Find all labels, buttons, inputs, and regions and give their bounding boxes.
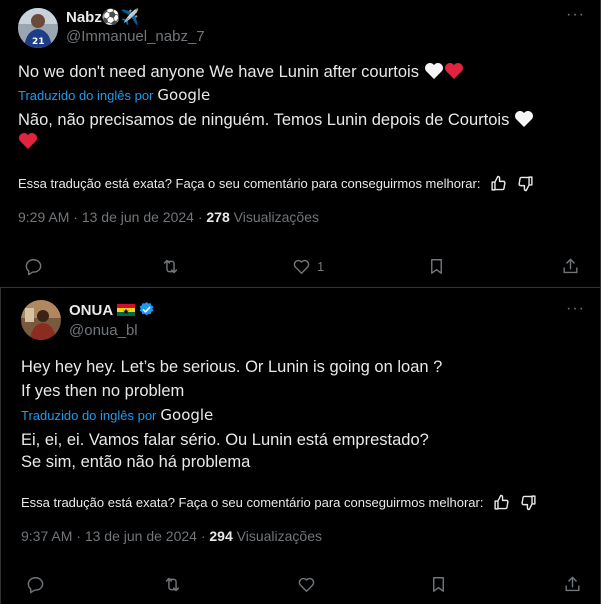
like-button[interactable] — [297, 575, 316, 594]
white-heart-emoji — [514, 111, 533, 127]
share-button[interactable] — [563, 575, 582, 594]
translated-text-line: Ei, ei, ei. Vamos falar sério. Ou Lunin … — [21, 431, 429, 449]
retweet-button[interactable] — [163, 575, 182, 594]
tweet-time[interactable]: 9:29 AM — [18, 209, 69, 225]
views-count: 278 — [206, 209, 230, 225]
avatar[interactable]: 21 — [18, 8, 58, 48]
thumbs-up-icon[interactable] — [490, 175, 507, 192]
reply-button[interactable] — [24, 257, 43, 276]
google-logo: Google — [157, 86, 211, 104]
bookmark-icon — [433, 577, 444, 592]
tweet-time[interactable]: 9:37 AM — [21, 528, 72, 544]
translated-text: Ei, ei, ei. Vamos falar sério. Ou Lunin … — [21, 429, 581, 473]
like-button[interactable]: 1 — [292, 257, 324, 276]
tweet-metadata: 9:37 AM · 13 de jun de 2024 · 294 Visual… — [21, 528, 322, 544]
red-heart-emoji — [444, 63, 463, 79]
display-name[interactable]: Nabz⚽✈️ — [66, 8, 139, 26]
translation-feedback: Essa tradução está exata? Faça o seu com… — [21, 494, 537, 511]
reply-button[interactable] — [26, 575, 45, 594]
user-handle[interactable]: @onua_bl — [69, 322, 138, 339]
tweet-onua[interactable]: ONUA @onua_bl ··· Hey hey hey. Let’s be … — [0, 288, 601, 604]
display-name-text[interactable]: Nabz — [66, 9, 102, 26]
tweet-date[interactable]: 13 de jun de 2024 — [82, 209, 194, 225]
white-heart-emoji — [424, 63, 443, 79]
thumbs-down-icon[interactable] — [520, 494, 537, 511]
share-button[interactable] — [561, 257, 580, 276]
reply-icon — [27, 577, 44, 594]
tweet-text-line: If yes then no problem — [21, 382, 185, 400]
translation-feedback: Essa tradução está exata? Faça o seu com… — [18, 175, 534, 192]
views-label: Visualizações — [233, 209, 319, 225]
more-options-button[interactable]: ··· — [566, 300, 585, 318]
red-heart-emoji — [19, 133, 37, 149]
name-emojis: ⚽✈️ — [101, 8, 140, 26]
separator: · — [73, 209, 78, 225]
bookmark-button[interactable] — [429, 575, 448, 594]
translated-text-line: Se sim, então não há problema — [21, 453, 251, 471]
tweet-nabz[interactable]: 21 Nabz⚽✈️ @Immanuel_nabz_7 ··· No we do… — [0, 0, 601, 288]
translated-by-label[interactable]: Traduzido do inglês por — [21, 408, 156, 423]
share-icon — [565, 576, 580, 592]
avatar[interactable] — [21, 300, 61, 340]
tweet-text: No we don't need anyone We have Lunin af… — [18, 61, 578, 83]
thumbs-up-icon[interactable] — [493, 494, 510, 511]
tweet-text: Hey hey hey. Let’s be serious. Or Lunin … — [21, 356, 581, 402]
feedback-question: Essa tradução está exata? Faça o seu com… — [18, 176, 481, 191]
svg-text:21: 21 — [32, 37, 45, 47]
separator: · — [76, 528, 81, 544]
like-count: 1 — [317, 259, 325, 274]
more-options-button[interactable]: ··· — [566, 6, 585, 24]
heart-icon — [298, 577, 315, 592]
retweet-icon — [163, 259, 178, 274]
views-label: Visualizações — [236, 528, 322, 544]
tweet-date[interactable]: 13 de jun de 2024 — [85, 528, 197, 544]
views-count: 294 — [209, 528, 233, 544]
retweet-icon — [165, 577, 180, 592]
user-handle[interactable]: @Immanuel_nabz_7 — [66, 28, 205, 45]
tweet-text-content: No we don't need anyone We have Lunin af… — [18, 63, 419, 81]
translation-attribution[interactable]: Traduzido do inglês por Google — [18, 86, 210, 104]
display-name-text[interactable]: ONUA — [69, 302, 113, 319]
translated-by-label[interactable]: Traduzido do inglês por — [18, 88, 153, 103]
action-bar — [1, 575, 601, 599]
verified-badge-icon — [139, 302, 154, 316]
share-icon — [563, 258, 578, 274]
action-bar: 1 — [0, 257, 601, 281]
translated-text-content: Não, não precisamos de ninguém. Temos Lu… — [18, 111, 510, 129]
ghana-flag-icon — [117, 304, 136, 316]
bookmark-icon — [431, 259, 442, 274]
separator: · — [200, 528, 206, 544]
heart-icon — [293, 259, 310, 274]
retweet-button[interactable] — [161, 257, 180, 276]
reply-icon — [25, 259, 42, 276]
tweet-text-line: Hey hey hey. Let’s be serious. Or Lunin … — [21, 358, 443, 376]
translation-attribution[interactable]: Traduzido do inglês por Google — [21, 406, 213, 424]
thumbs-down-icon[interactable] — [517, 175, 534, 192]
feedback-question: Essa tradução está exata? Faça o seu com… — [21, 495, 484, 510]
google-logo: Google — [160, 406, 214, 424]
separator: · — [197, 209, 203, 225]
display-name[interactable]: ONUA — [69, 301, 155, 319]
bookmark-button[interactable] — [427, 257, 446, 276]
translated-text: Não, não precisamos de ninguém. Temos Lu… — [18, 109, 578, 153]
tweet-metadata: 9:29 AM · 13 de jun de 2024 · 278 Visual… — [18, 209, 319, 225]
